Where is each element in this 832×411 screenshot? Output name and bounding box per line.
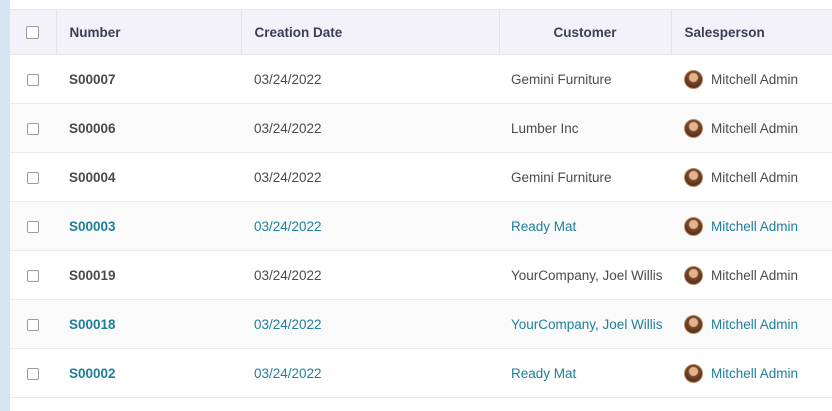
column-header-customer[interactable]: Customer: [499, 9, 672, 55]
table-header-row: Number Creation Date Customer Salesperso…: [10, 9, 832, 55]
order-number[interactable]: S00007: [56, 55, 241, 104]
customer-name[interactable]: YourCompany, Joel Willis: [499, 251, 671, 300]
row-checkbox[interactable]: [27, 73, 39, 86]
creation-date[interactable]: 03/24/2022: [241, 300, 499, 349]
salesperson-cell[interactable]: Mitchell Admin: [671, 349, 832, 398]
row-checkbox[interactable]: [27, 171, 39, 184]
table-row[interactable]: S00007 03/24/2022 Gemini Furniture Mitch…: [10, 54, 832, 104]
creation-date[interactable]: 03/24/2022: [241, 202, 499, 251]
row-checkbox-cell[interactable]: [10, 300, 56, 349]
creation-date[interactable]: 03/24/2022: [241, 153, 499, 202]
salesperson-cell[interactable]: Mitchell Admin: [671, 251, 832, 300]
order-number[interactable]: S00019: [56, 251, 241, 300]
row-checkbox-cell[interactable]: [10, 202, 56, 251]
customer-name[interactable]: Ready Mat: [499, 349, 671, 398]
avatar: [684, 265, 703, 285]
row-checkbox-cell[interactable]: [10, 349, 56, 398]
table-row[interactable]: S00006 03/24/2022 Lumber Inc Mitchell Ad…: [10, 103, 832, 153]
row-checkbox-cell[interactable]: [10, 153, 56, 202]
select-all-checkbox-cell[interactable]: [10, 9, 57, 55]
row-checkbox[interactable]: [27, 269, 39, 282]
avatar: [684, 167, 703, 187]
table-row[interactable]: S00002 03/24/2022 Ready Mat Mitchell Adm…: [10, 348, 832, 398]
customer-name[interactable]: YourCompany, Joel Willis: [499, 300, 671, 349]
salesperson-name: Mitchell Admin: [711, 71, 799, 87]
salesperson-cell[interactable]: Mitchell Admin: [671, 55, 832, 104]
sales-orders-list-view: Number Creation Date Customer Salesperso…: [0, 0, 832, 411]
row-checkbox-cell[interactable]: [10, 55, 56, 104]
table-row[interactable]: S00018 03/24/2022 YourCompany, Joel Will…: [10, 299, 832, 349]
order-number[interactable]: S00006: [56, 104, 241, 153]
customer-name[interactable]: Lumber Inc: [499, 104, 671, 153]
salesperson-cell[interactable]: Mitchell Admin: [671, 300, 832, 349]
order-number[interactable]: S00018: [56, 300, 241, 349]
row-checkbox[interactable]: [27, 122, 39, 135]
table-row[interactable]: S00003 03/24/2022 Ready Mat Mitchell Adm…: [10, 201, 832, 251]
creation-date[interactable]: 03/24/2022: [241, 251, 499, 300]
column-header-creation-date[interactable]: Creation Date: [241, 9, 500, 55]
row-checkbox-cell[interactable]: [10, 251, 56, 300]
salesperson-name: Mitchell Admin: [711, 169, 799, 185]
creation-date[interactable]: 03/24/2022: [241, 349, 499, 398]
row-checkbox-cell[interactable]: [10, 104, 56, 153]
table-row[interactable]: S00004 03/24/2022 Gemini Furniture Mitch…: [10, 152, 832, 202]
customer-name[interactable]: Ready Mat: [499, 202, 671, 251]
salesperson-name: Mitchell Admin: [711, 120, 799, 136]
row-checkbox[interactable]: [27, 220, 39, 233]
creation-date[interactable]: 03/24/2022: [241, 104, 499, 153]
salesperson-name: Mitchell Admin: [711, 218, 799, 234]
avatar: [684, 363, 703, 383]
salesperson-name: Mitchell Admin: [711, 365, 799, 381]
left-panel-edge: [0, 0, 10, 411]
column-header-salesperson[interactable]: Salesperson: [671, 9, 832, 55]
top-spacer: [10, 0, 832, 9]
row-checkbox[interactable]: [27, 367, 39, 380]
order-number[interactable]: S00004: [56, 153, 241, 202]
salesperson-cell[interactable]: Mitchell Admin: [671, 202, 832, 251]
select-all-checkbox[interactable]: [26, 26, 40, 40]
order-number[interactable]: S00002: [56, 349, 241, 398]
row-checkbox[interactable]: [27, 318, 39, 331]
salesperson-cell[interactable]: Mitchell Admin: [671, 153, 832, 202]
orders-table: Number Creation Date Customer Salesperso…: [10, 9, 832, 398]
creation-date[interactable]: 03/24/2022: [241, 55, 499, 104]
table-row[interactable]: S00019 03/24/2022 YourCompany, Joel Will…: [10, 250, 832, 300]
avatar: [684, 314, 703, 334]
salesperson-cell[interactable]: Mitchell Admin: [671, 104, 832, 153]
avatar: [684, 69, 703, 89]
customer-name[interactable]: Gemini Furniture: [499, 153, 671, 202]
column-header-number[interactable]: Number: [56, 9, 242, 55]
salesperson-name: Mitchell Admin: [711, 316, 799, 332]
order-number[interactable]: S00003: [56, 202, 241, 251]
salesperson-name: Mitchell Admin: [711, 267, 799, 283]
customer-name[interactable]: Gemini Furniture: [499, 55, 671, 104]
avatar: [684, 118, 703, 138]
avatar: [684, 216, 703, 236]
